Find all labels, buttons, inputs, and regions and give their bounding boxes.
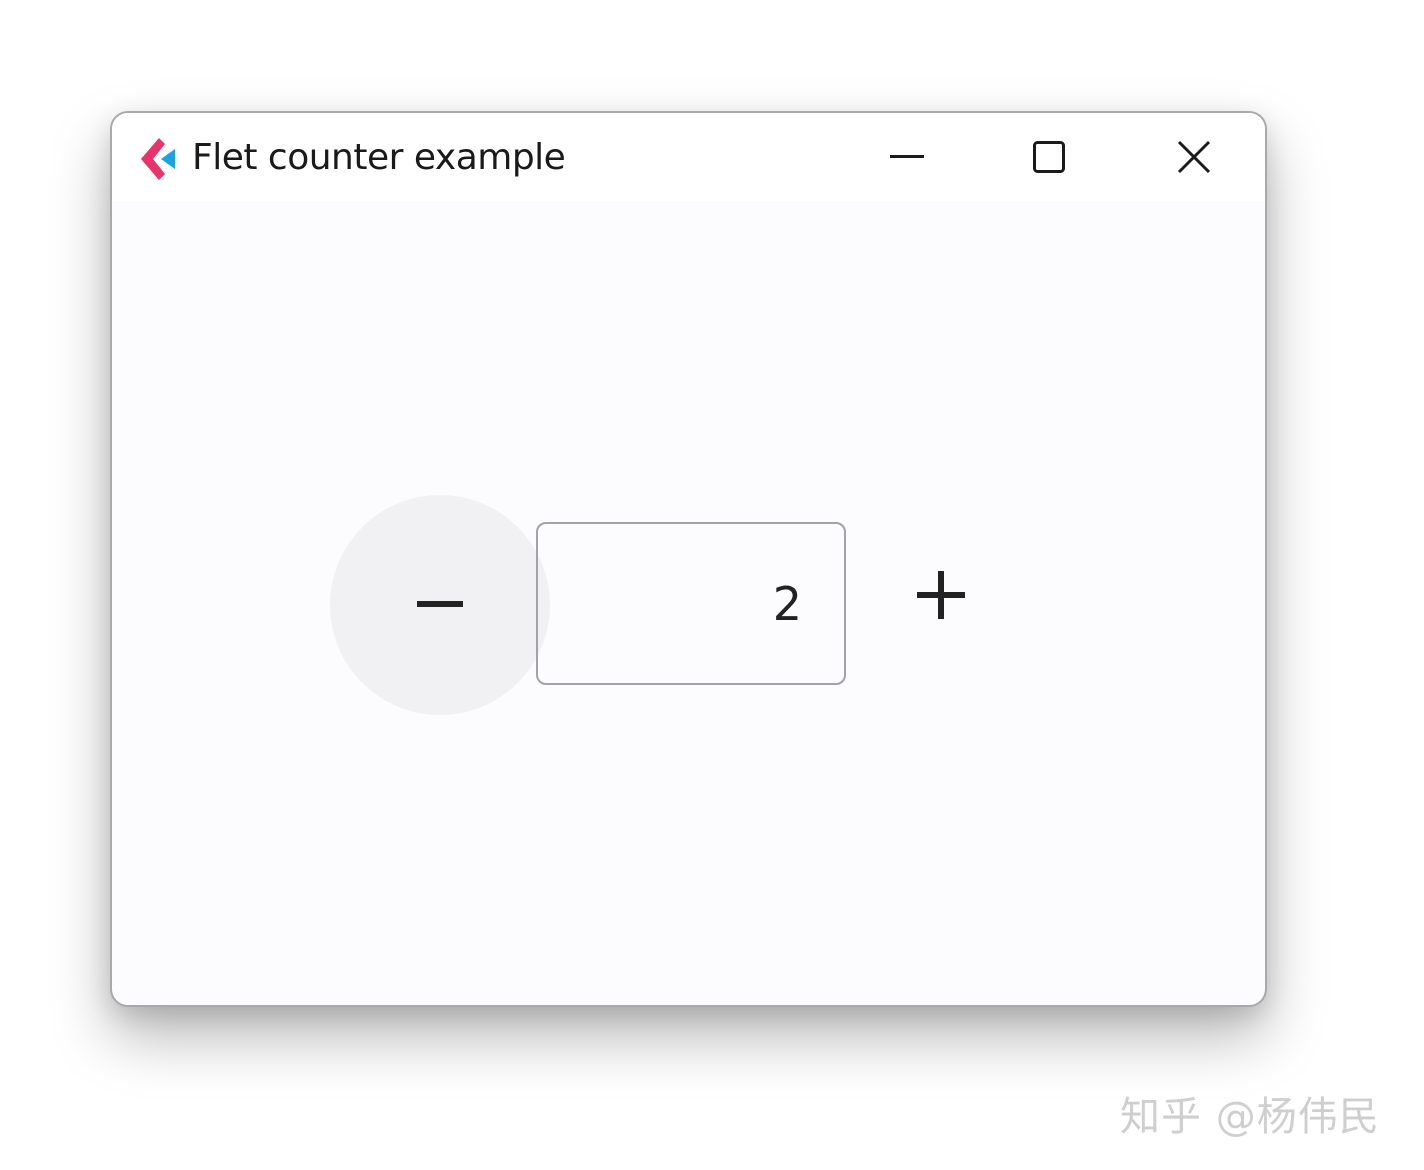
title-bar[interactable]: Flet counter example [112, 113, 1265, 201]
increment-button[interactable] [886, 542, 996, 652]
maximize-button[interactable] [994, 113, 1104, 201]
close-icon [1177, 140, 1211, 174]
close-button[interactable] [1139, 113, 1249, 201]
plus-icon [917, 570, 965, 624]
counter-text-field[interactable]: 2 [536, 522, 846, 685]
screen: Flet counter example 2 知乎 @杨伟民 [0, 0, 1424, 1170]
flet-logo-icon [139, 136, 179, 182]
window-title: Flet counter example [192, 137, 566, 178]
minimize-button[interactable] [852, 113, 962, 201]
watermark: 知乎 @杨伟民 [1120, 1094, 1380, 1140]
app-window: Flet counter example 2 [110, 111, 1267, 1007]
minimize-icon [890, 155, 924, 159]
minus-icon [417, 596, 463, 614]
counter-value: 2 [772, 576, 802, 631]
content-area: 2 [112, 201, 1265, 1005]
maximize-icon [1033, 141, 1065, 173]
decrement-button[interactable] [330, 495, 550, 715]
